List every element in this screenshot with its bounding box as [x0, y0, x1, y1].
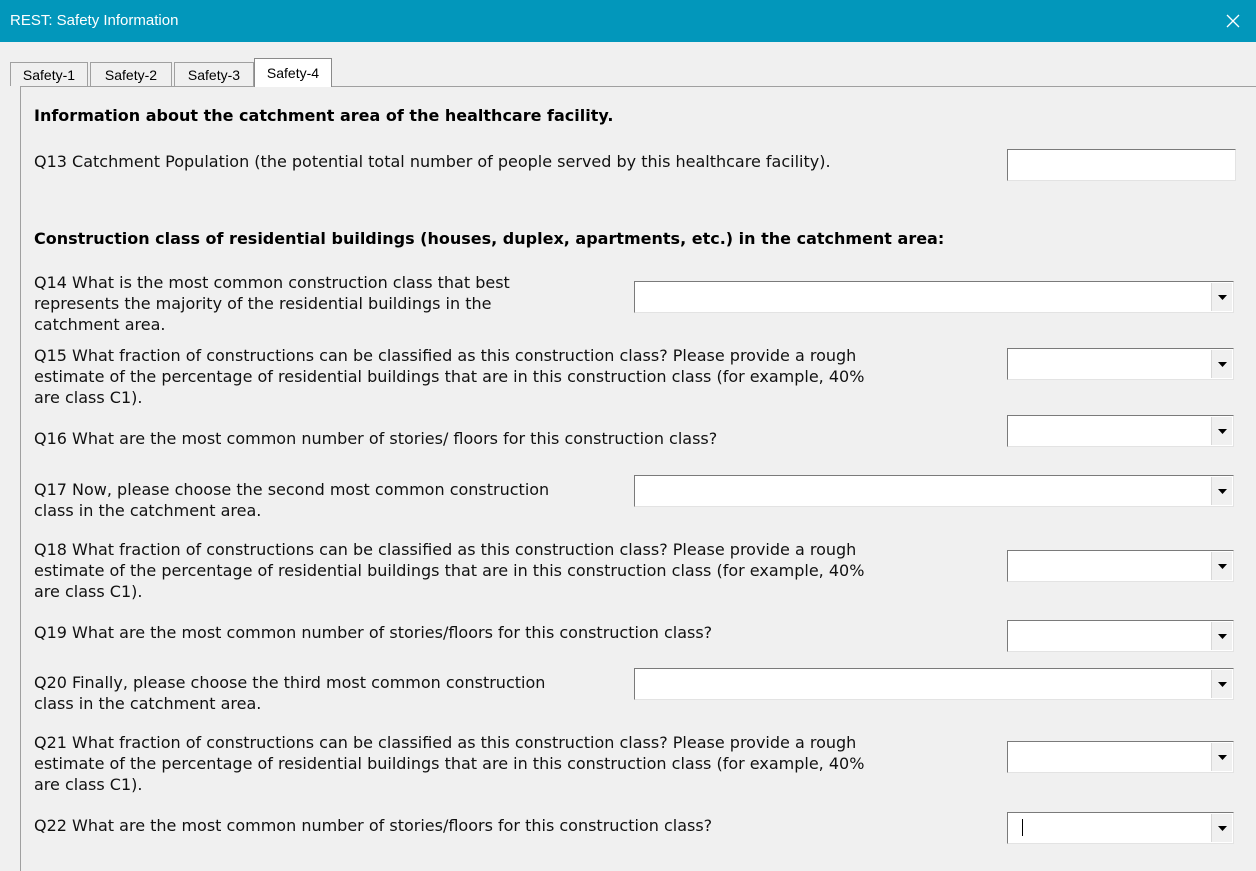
q14-construction-class-dropdown[interactable]	[634, 281, 1234, 313]
chevron-down-icon	[1217, 754, 1227, 760]
q17-construction-class-dropdown[interactable]	[634, 475, 1234, 507]
q22-dropdown-button[interactable]	[1211, 814, 1232, 842]
q15-fraction-dropdown[interactable]	[1007, 348, 1234, 380]
q20-label: Q20 Finally, please choose the third mos…	[34, 673, 546, 713]
q20-construction-class-dropdown[interactable]	[634, 668, 1234, 700]
chevron-down-icon	[1217, 563, 1227, 569]
q18-fraction-dropdown[interactable]	[1007, 550, 1234, 582]
chevron-down-icon	[1217, 488, 1227, 494]
q13-label: Q13 Catchment Population (the potential …	[34, 152, 831, 171]
q21-dropdown-button[interactable]	[1211, 743, 1232, 771]
q16-stories-dropdown[interactable]	[1007, 415, 1234, 447]
q21-fraction-dropdown[interactable]	[1007, 741, 1234, 773]
chevron-down-icon	[1217, 681, 1227, 687]
q22-label: Q22 What are the most common number of s…	[34, 816, 713, 835]
chevron-down-icon	[1217, 633, 1227, 639]
q16-dropdown-button[interactable]	[1211, 417, 1232, 445]
q19-dropdown-button[interactable]	[1211, 622, 1232, 650]
q22-stories-dropdown[interactable]	[1007, 812, 1234, 844]
q17-label: Q17 Now, please choose the second most c…	[34, 480, 550, 520]
tab-safety-3[interactable]: Safety-3	[174, 62, 254, 86]
window-title: REST: Safety Information	[10, 12, 179, 29]
chevron-down-icon	[1217, 428, 1227, 434]
section-heading-catchment: Information about the catchment area of …	[34, 106, 614, 125]
q15-dropdown-button[interactable]	[1211, 350, 1232, 378]
text-cursor	[1022, 819, 1023, 836]
close-button[interactable]	[1218, 6, 1248, 36]
title-bar: REST: Safety Information	[0, 0, 1256, 42]
tab-safety-2[interactable]: Safety-2	[90, 62, 172, 86]
q21-label: Q21 What fraction of constructions can b…	[34, 733, 865, 794]
tab-safety-1[interactable]: Safety-1	[10, 62, 88, 86]
q18-dropdown-button[interactable]	[1211, 552, 1232, 580]
q15-label: Q15 What fraction of constructions can b…	[34, 346, 865, 407]
q14-label: Q14 What is the most common construction…	[34, 273, 510, 334]
q13-population-input[interactable]	[1007, 149, 1236, 181]
q16-label: Q16 What are the most common number of s…	[34, 429, 718, 448]
section-heading-construction-class: Construction class of residential buildi…	[34, 229, 945, 248]
close-icon	[1226, 14, 1240, 28]
q19-stories-dropdown[interactable]	[1007, 620, 1234, 652]
q20-dropdown-button[interactable]	[1211, 670, 1232, 698]
chevron-down-icon	[1217, 361, 1227, 367]
tab-safety-4[interactable]: Safety-4	[254, 58, 332, 87]
chevron-down-icon	[1217, 294, 1227, 300]
q14-dropdown-button[interactable]	[1211, 283, 1232, 311]
q18-label: Q18 What fraction of constructions can b…	[34, 540, 865, 601]
chevron-down-icon	[1217, 825, 1227, 831]
q17-dropdown-button[interactable]	[1211, 477, 1232, 505]
q19-label: Q19 What are the most common number of s…	[34, 623, 713, 642]
